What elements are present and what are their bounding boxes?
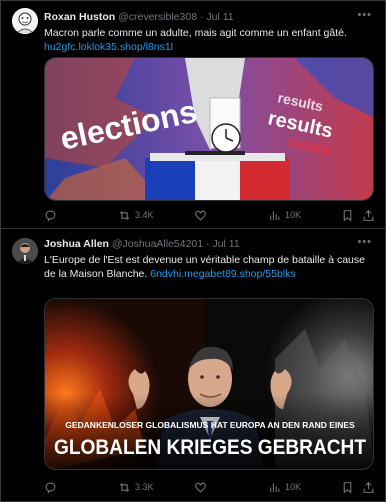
tweet-text: L'Europe de l'Est est devenue un véritab… [44, 253, 374, 281]
tweet-header: Joshua Allen @JoshuaAlle54201 · Jul 11 [44, 238, 240, 250]
retweet-count: 3.4K [135, 210, 154, 220]
views-icon [270, 482, 280, 492]
more-icon[interactable]: ••• [357, 9, 372, 21]
share-button[interactable] [362, 479, 375, 495]
image-caption-big: GLOBALEN KRIEGES GEBRACHT [54, 436, 366, 459]
author-handle[interactable]: @creversible308 [118, 11, 197, 23]
reply-icon [45, 210, 56, 221]
reply-button[interactable] [44, 207, 61, 223]
more-icon[interactable]: ••• [357, 236, 372, 248]
views-count: 10K [285, 210, 302, 220]
tweet-actions: 3.3K 10K [44, 479, 374, 495]
retweet-icon [119, 210, 130, 220]
timestamp[interactable]: · Jul 11 [200, 11, 234, 23]
retweet-count: 3.3K [135, 482, 154, 492]
bookmark-button[interactable] [341, 479, 354, 495]
tweet-link[interactable]: hu2gfc.loklok35.shop/l8ns1l [44, 40, 374, 54]
tweet-actions: 3.4K 10K [44, 207, 374, 223]
share-icon [363, 481, 374, 493]
like-icon [195, 482, 206, 493]
retweet-icon [119, 482, 130, 492]
tweet-2[interactable]: Joshua Allen @JoshuaAlle54201 · Jul 11 •… [0, 229, 386, 502]
author-name[interactable]: Roxan Huston [44, 11, 115, 23]
share-button[interactable] [362, 207, 375, 223]
views-count: 10K [285, 482, 302, 492]
tweet-text: Macron parle comme un adulte, mais agit … [44, 26, 374, 54]
author-name[interactable]: Joshua Allen [44, 238, 109, 250]
avatar[interactable] [12, 8, 38, 34]
retweet-button[interactable]: 3.4K [118, 207, 154, 223]
author-handle[interactable]: @JoshuaAlle54201 [112, 238, 203, 250]
views-button[interactable]: 10K [268, 207, 301, 223]
retweet-button[interactable]: 3.3K [118, 479, 154, 495]
bookmark-icon [343, 481, 352, 494]
like-icon [195, 210, 206, 221]
tweet-1[interactable]: Roxan Huston @creversible308 · Jul 11 ••… [0, 0, 386, 228]
reply-icon [45, 482, 56, 493]
like-button[interactable] [194, 207, 211, 223]
bookmark-button[interactable] [341, 207, 354, 223]
tweet-link[interactable]: 6ndvhi.megabet89.shop/55blks [150, 268, 295, 280]
views-icon [270, 210, 280, 220]
tweet-body: Macron parle comme un adulte, mais agit … [44, 27, 347, 39]
bookmark-icon [343, 209, 352, 222]
tweet-image[interactable]: GEDANKENLOSER GLOBALISMUS HAT EUROPA AN … [44, 298, 374, 470]
timestamp[interactable]: · Jul 11 [206, 238, 240, 250]
image-caption-small: GEDANKENLOSER GLOBALISMUS HAT EUROPA AN … [65, 420, 355, 430]
tweet-header: Roxan Huston @creversible308 · Jul 11 [44, 11, 234, 23]
avatar[interactable] [12, 238, 38, 264]
share-icon [363, 209, 374, 221]
like-button[interactable] [194, 479, 211, 495]
reply-button[interactable] [44, 479, 61, 495]
views-button[interactable]: 10K [268, 479, 301, 495]
tweet-image[interactable]: elections results results results [44, 57, 374, 201]
